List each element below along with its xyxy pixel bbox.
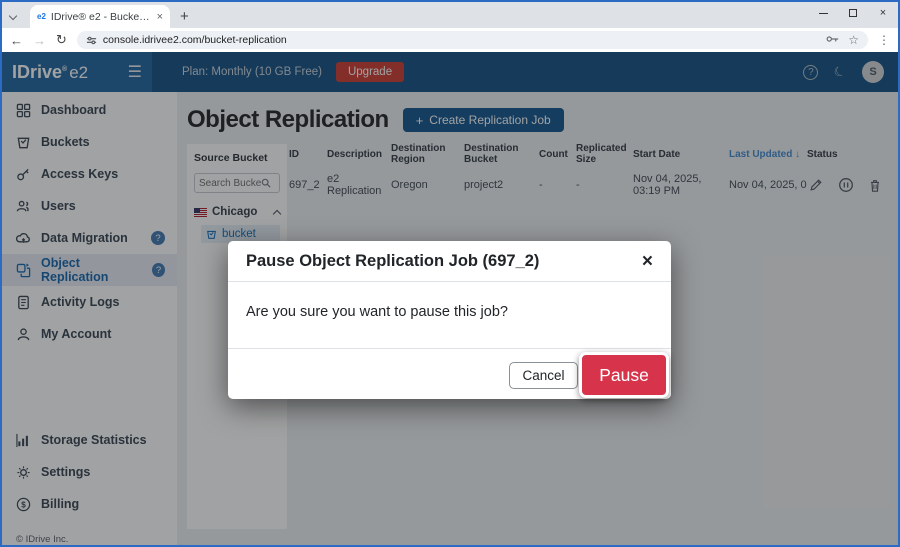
pause-button[interactable]: Pause <box>579 352 669 398</box>
favicon-icon: e2 <box>37 12 46 21</box>
tab-strip: e2 IDrive® e2 - Bucket Replication × + × <box>2 2 898 28</box>
browser-tab[interactable]: e2 IDrive® e2 - Bucket Replication × <box>30 5 170 28</box>
maximize-icon <box>849 9 857 17</box>
tab-search-button[interactable] <box>2 6 24 28</box>
browser-toolbar: ← → ↻ console.idrivee2.com/bucket-replic… <box>2 28 898 52</box>
minimize-icon <box>819 13 828 14</box>
maximize-button[interactable] <box>838 2 868 24</box>
site-info-icon[interactable] <box>86 35 97 46</box>
tab-close-icon[interactable]: × <box>157 11 163 23</box>
address-bar[interactable]: console.idrivee2.com/bucket-replication … <box>77 31 868 49</box>
bookmark-star-icon[interactable]: ☆ <box>848 33 859 47</box>
chevron-down-icon <box>9 11 17 19</box>
minimize-button[interactable] <box>808 2 838 24</box>
modal-footer: Cancel Pause <box>228 348 671 399</box>
modal-title: Pause Object Replication Job (697_2) <box>246 252 539 271</box>
browser-window: e2 IDrive® e2 - Bucket Replication × + ×… <box>0 0 900 547</box>
password-key-icon[interactable] <box>826 31 839 49</box>
forward-button[interactable]: → <box>33 33 46 48</box>
page: IDrive®e2 ☰ Plan: Monthly (10 GB Free) U… <box>2 52 898 545</box>
modal-close-icon[interactable]: × <box>642 252 653 271</box>
refresh-button[interactable]: ↻ <box>56 32 67 48</box>
new-tab-button[interactable]: + <box>180 8 189 25</box>
tab-title: IDrive® e2 - Bucket Replication <box>51 11 152 23</box>
window-controls: × <box>808 2 898 24</box>
pause-confirmation-modal: Pause Object Replication Job (697_2) × A… <box>228 241 671 399</box>
cancel-button[interactable]: Cancel <box>509 362 578 389</box>
close-button[interactable]: × <box>868 2 898 24</box>
modal-message: Are you sure you want to pause this job? <box>228 282 671 348</box>
url-text: console.idrivee2.com/bucket-replication <box>103 34 820 46</box>
back-button[interactable]: ← <box>10 33 23 48</box>
browser-menu-icon[interactable]: ⋮ <box>878 33 890 47</box>
